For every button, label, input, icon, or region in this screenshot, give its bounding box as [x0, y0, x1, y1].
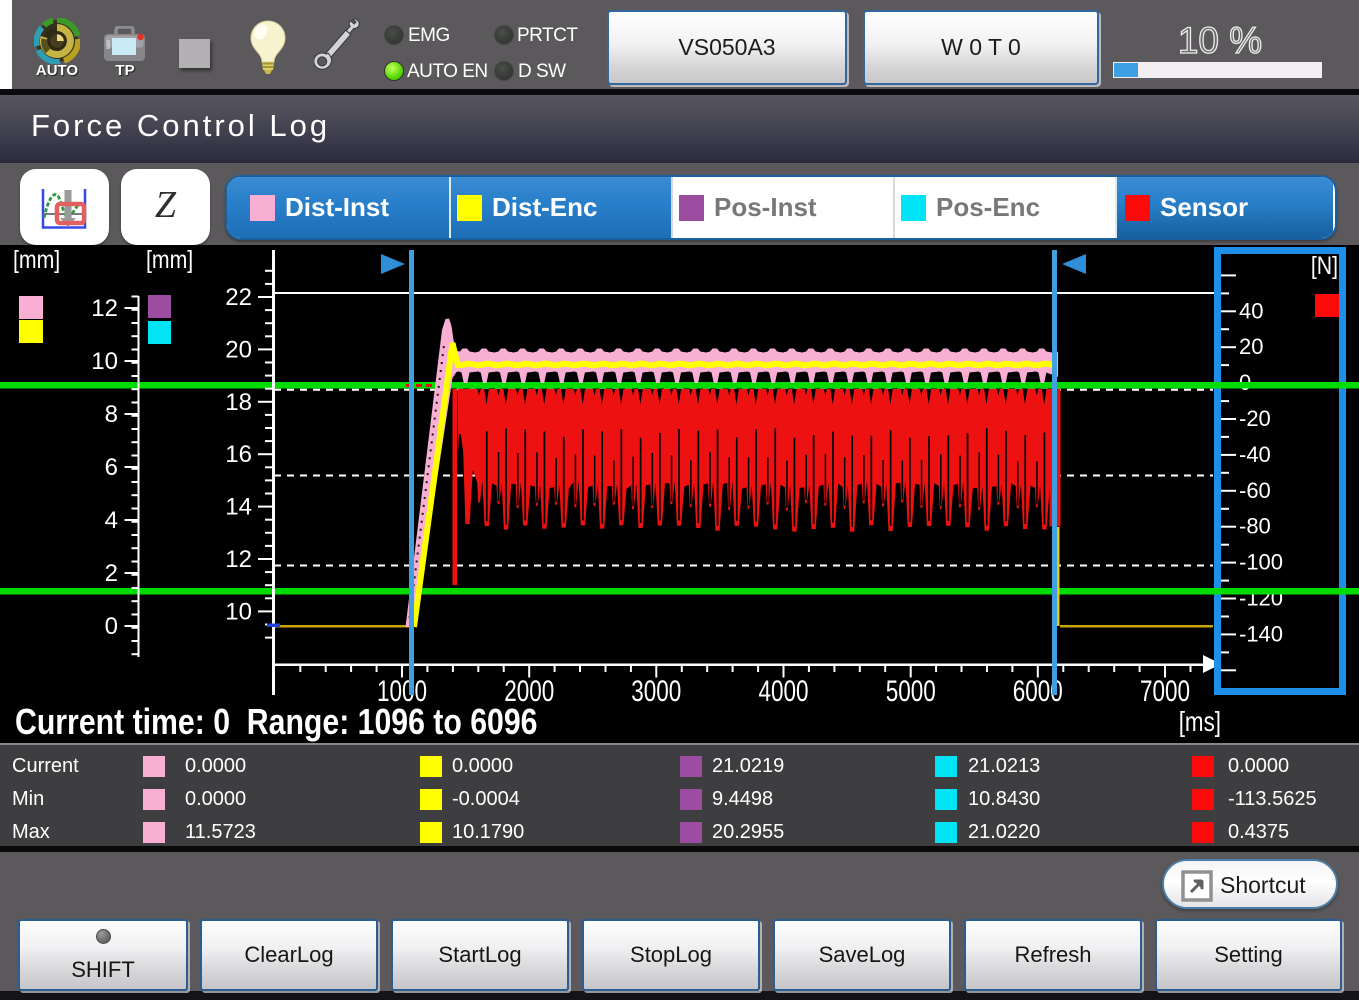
svg-text:12: 12	[91, 295, 118, 322]
svg-text:[N]: [N]	[1311, 251, 1338, 279]
svg-text:10: 10	[225, 598, 252, 625]
svg-text:7000: 7000	[1140, 674, 1190, 708]
svg-text:[mm]: [mm]	[13, 245, 60, 273]
svg-text:4: 4	[105, 507, 118, 534]
svg-text:-80: -80	[1239, 514, 1271, 539]
svg-text:Current time: 0 Range: 1096 t: Current time: 0 Range: 1096 to 6096	[15, 703, 538, 743]
svg-text:20: 20	[1239, 334, 1263, 359]
svg-text:3000: 3000	[631, 674, 681, 708]
svg-text:[mm]: [mm]	[146, 245, 193, 273]
svg-text:20: 20	[225, 336, 252, 363]
svg-text:[ms]: [ms]	[1179, 707, 1221, 738]
svg-text:8: 8	[105, 401, 118, 428]
svg-text:-20: -20	[1239, 406, 1271, 431]
svg-text:-40: -40	[1239, 442, 1271, 467]
svg-text:-60: -60	[1239, 478, 1271, 503]
svg-text:40: 40	[1239, 298, 1263, 323]
svg-text:22: 22	[225, 284, 252, 311]
svg-text:16: 16	[225, 441, 252, 468]
svg-text:0: 0	[105, 613, 118, 640]
svg-text:4000: 4000	[758, 674, 808, 708]
svg-text:6: 6	[105, 454, 118, 481]
svg-text:18: 18	[225, 389, 252, 416]
svg-text:-140: -140	[1239, 621, 1283, 646]
svg-text:5000: 5000	[886, 674, 936, 708]
svg-text:12: 12	[225, 546, 252, 573]
svg-text:14: 14	[225, 494, 252, 521]
svg-text:2: 2	[105, 560, 118, 587]
svg-text:-100: -100	[1239, 550, 1283, 575]
svg-text:10: 10	[91, 348, 118, 375]
